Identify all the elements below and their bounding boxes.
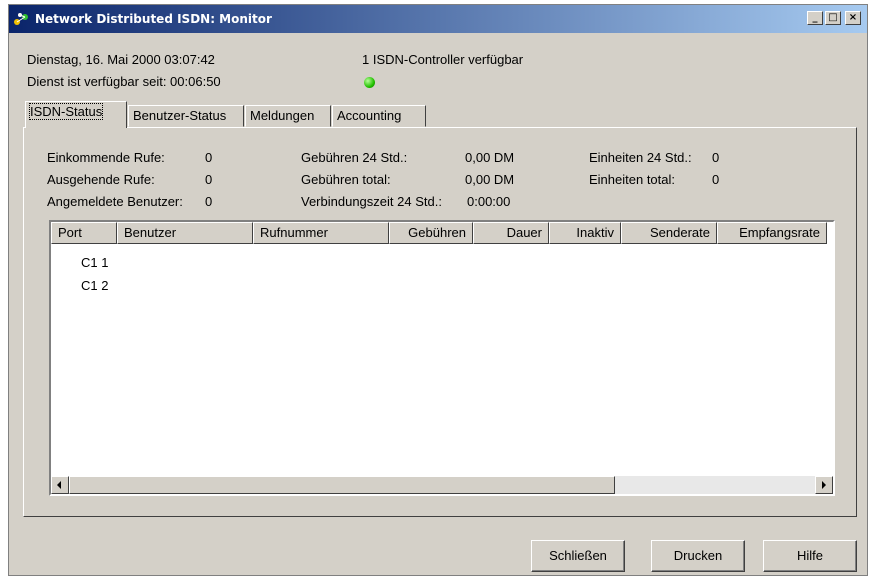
horizontal-scrollbar[interactable] — [51, 476, 833, 494]
datetime-text: Dienstag, 16. Mai 2000 03:07:42 — [27, 52, 215, 67]
maximize-button[interactable]: □ — [825, 11, 841, 25]
minimize-button[interactable]: _ — [807, 11, 823, 25]
column-header-dauer[interactable]: Dauer — [473, 222, 549, 244]
connection-time-value: 0:00:00 — [467, 194, 511, 209]
fees-24h-value: 0,00 DM — [465, 150, 515, 165]
scroll-left-button[interactable] — [51, 476, 69, 494]
connections-list[interactable]: Port Benutzer Rufnummer Gebühren Dauer I… — [49, 220, 835, 496]
incoming-calls-label: Einkommende Rufe: — [47, 150, 165, 165]
scroll-right-button[interactable] — [815, 476, 833, 494]
column-header-port[interactable]: Port — [51, 222, 117, 244]
units-total-value: 0 — [712, 172, 720, 187]
column-header-empfangsrate[interactable]: Empfangsrate — [717, 222, 827, 244]
logged-users-label: Angemeldete Benutzer: — [47, 194, 183, 209]
logged-users-value: 0 — [205, 194, 213, 209]
close-window-button[interactable]: × — [845, 11, 861, 25]
help-button[interactable]: Hilfe — [763, 540, 857, 572]
close-button[interactable]: Schließen — [531, 540, 625, 572]
window-title: Network Distributed ISDN: Monitor — [35, 12, 272, 26]
print-button[interactable]: Drucken — [651, 540, 745, 572]
column-header-senderate[interactable]: Senderate — [621, 222, 717, 244]
fees-total-label: Gebühren total: — [301, 172, 391, 187]
scroll-thumb[interactable] — [69, 476, 615, 494]
uptime-text: Dienst ist verfügbar seit: 00:06:50 — [27, 74, 221, 89]
fees-total-value: 0,00 DM — [465, 172, 515, 187]
tab-accounting[interactable]: Accounting — [332, 105, 426, 127]
controller-status-text: 1 ISDN-Controller verfügbar — [362, 52, 524, 67]
status-led-icon — [364, 77, 375, 88]
arrow-left-icon — [57, 481, 61, 489]
tab-benutzer-status[interactable]: Benutzer-Status — [128, 105, 244, 127]
table-row[interactable]: C1 1 — [81, 255, 108, 270]
column-header-rufnummer[interactable]: Rufnummer — [253, 222, 389, 244]
column-header-gebuehren[interactable]: Gebühren — [389, 222, 473, 244]
units-24h-label: Einheiten 24 Std.: — [589, 150, 692, 165]
tab-isdn-status[interactable]: ISDN-Status — [25, 101, 127, 128]
column-header-inaktiv[interactable]: Inaktiv — [549, 222, 621, 244]
incoming-calls-value: 0 — [205, 150, 213, 165]
table-row[interactable]: C1 2 — [81, 278, 108, 293]
tab-meldungen[interactable]: Meldungen — [245, 105, 331, 127]
column-header-benutzer[interactable]: Benutzer — [117, 222, 253, 244]
fees-24h-label: Gebühren 24 Std.: — [301, 150, 408, 165]
network-app-icon — [13, 11, 31, 27]
title-bar[interactable]: Network Distributed ISDN: Monitor _ □ × — [9, 5, 867, 33]
units-24h-value: 0 — [712, 150, 720, 165]
monitor-window: Network Distributed ISDN: Monitor _ □ × … — [8, 4, 868, 576]
connection-time-label: Verbindungszeit 24 Std.: — [301, 194, 442, 209]
outgoing-calls-value: 0 — [205, 172, 213, 187]
units-total-label: Einheiten total: — [589, 172, 676, 187]
arrow-right-icon — [822, 481, 826, 489]
outgoing-calls-label: Ausgehende Rufe: — [47, 172, 155, 187]
